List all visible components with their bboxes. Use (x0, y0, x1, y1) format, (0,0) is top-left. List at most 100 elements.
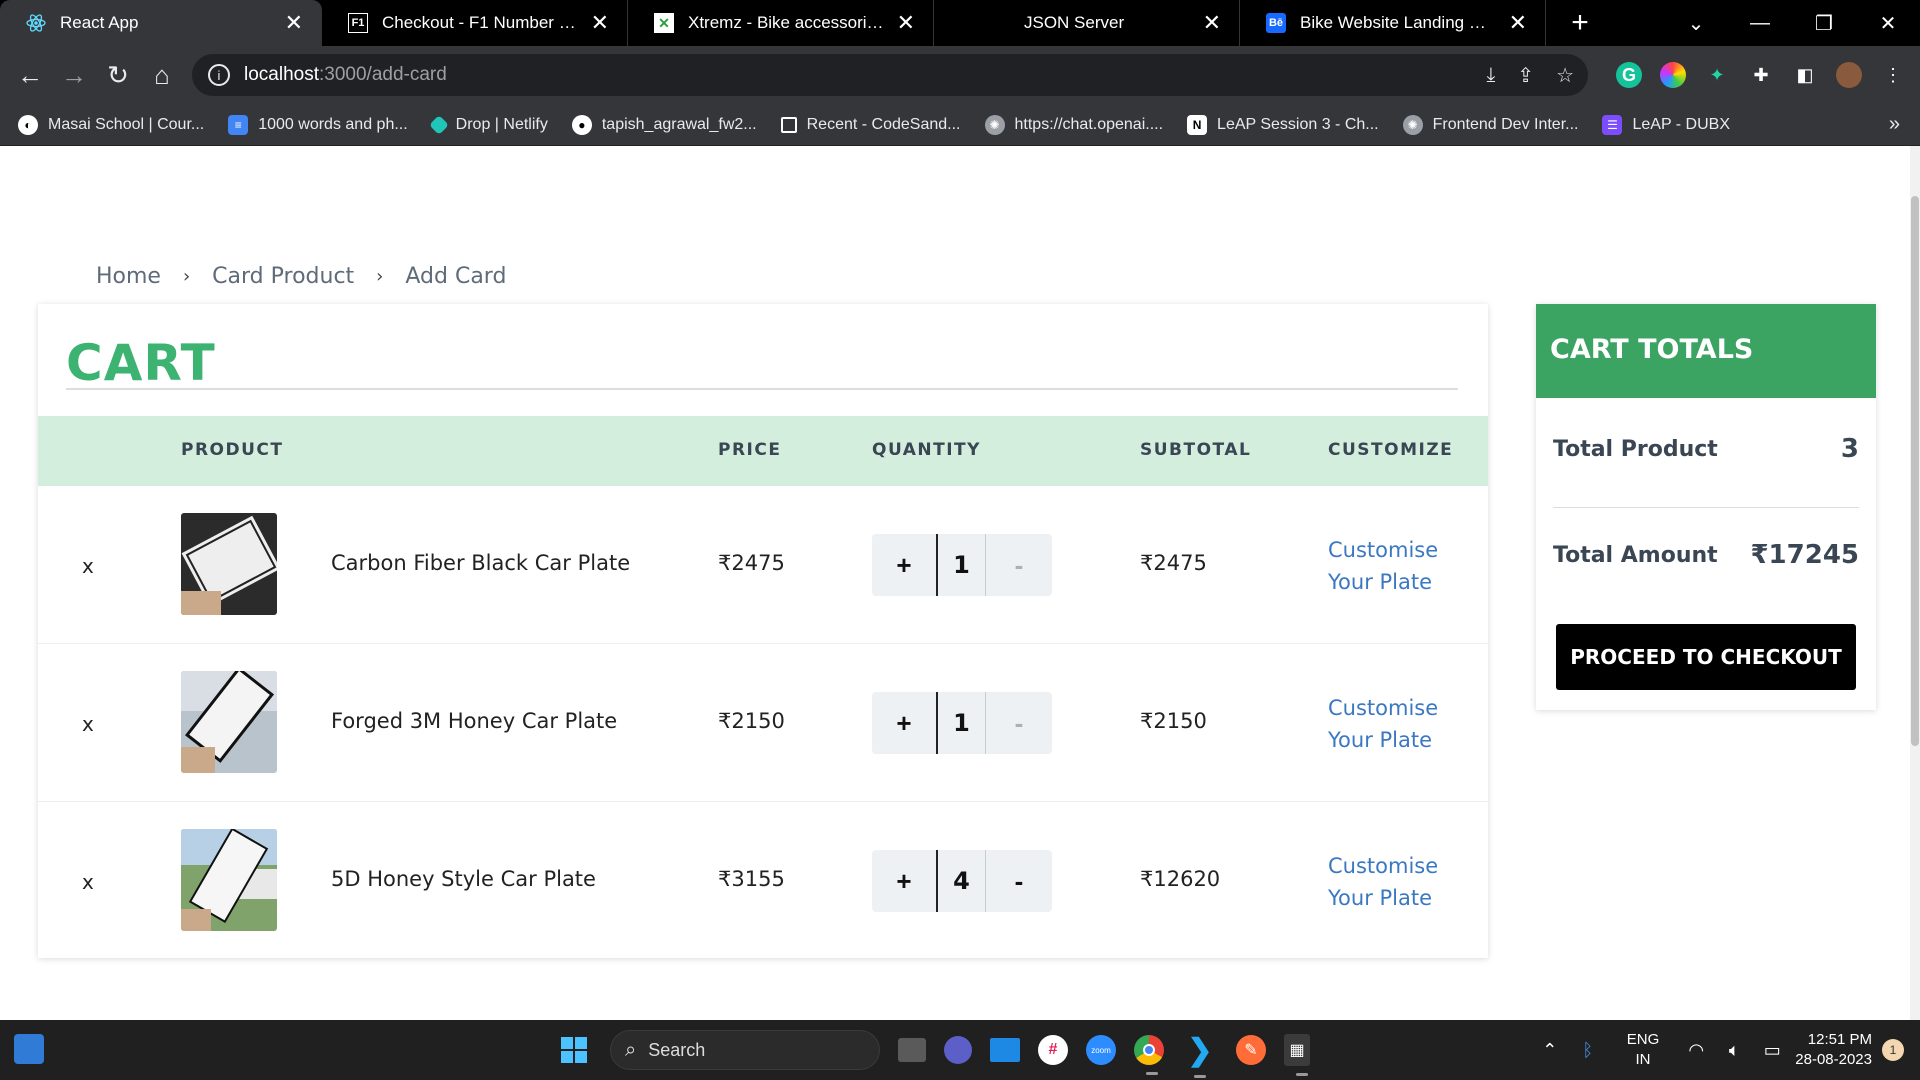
bookmark-item[interactable]: ≡ 1000 words and ph... (228, 114, 408, 135)
bookmark-item[interactable]: ☰ LeAP - DUBX (1602, 114, 1731, 135)
decrement-button[interactable]: - (986, 866, 1052, 897)
minimize-icon[interactable]: — (1728, 12, 1792, 35)
bookmark-label: 1000 words and ph... (258, 115, 408, 133)
increment-button[interactable]: + (872, 866, 936, 897)
windows-start-icon[interactable] (556, 1032, 592, 1068)
new-tab-button[interactable]: + (1562, 6, 1598, 40)
scrollbar[interactable] (1910, 146, 1920, 1020)
total-product-label: Total Product (1553, 436, 1718, 462)
product-image[interactable] (181, 829, 277, 931)
chevron-up-icon[interactable]: ⌃ (1535, 1040, 1565, 1061)
site-info-icon[interactable]: i (208, 64, 230, 86)
wifi-icon[interactable]: ◠ (1681, 1040, 1711, 1061)
breadcrumb-card-product[interactable]: Card Product (212, 264, 354, 289)
customise-link-line2: Your Plate (1328, 886, 1433, 910)
pin-extension-icon[interactable]: ✦ (1704, 62, 1730, 88)
product-name[interactable]: Carbon Fiber Black Car Plate (331, 551, 630, 575)
reload-icon[interactable]: ↻ (96, 60, 140, 91)
close-icon[interactable]: ✕ (285, 10, 303, 36)
clock[interactable]: 12:51 PM 28-08-2023 (1795, 1030, 1872, 1070)
bookmark-item[interactable]: N LeAP Session 3 - Ch... (1187, 114, 1379, 135)
product-name[interactable]: 5D Honey Style Car Plate (331, 867, 596, 891)
remove-item-button[interactable]: x (82, 712, 94, 736)
close-window-icon[interactable]: ✕ (1856, 11, 1920, 36)
tab-bike-website[interactable]: Bē Bike Website Landing Page UI ✕ (1240, 0, 1546, 46)
home-icon[interactable]: ⌂ (140, 60, 184, 91)
forward-arrow-icon[interactable]: → (52, 60, 96, 91)
grammarly-icon[interactable]: G (1616, 62, 1642, 88)
color-picker-icon[interactable] (1660, 62, 1686, 88)
product-name[interactable]: Forged 3M Honey Car Plate (331, 709, 617, 733)
extensions-area: G ✦ ✚ ◧ ⋮ (1616, 46, 1906, 104)
bookmark-item[interactable]: Recent - CodeSand... (780, 115, 961, 134)
back-arrow-icon[interactable]: ← (8, 60, 52, 91)
language-indicator[interactable]: ENG IN (1627, 1030, 1660, 1070)
breadcrumb-home[interactable]: Home (96, 264, 161, 289)
bookmark-star-icon[interactable]: ☆ (1556, 63, 1574, 88)
address-bar[interactable]: i localhost:3000/add-card ⤓ ⇪ ☆ (192, 54, 1588, 96)
postman-icon[interactable]: ✎ (1236, 1035, 1266, 1065)
chevron-double-right-icon[interactable]: » (1889, 113, 1900, 136)
share-icon[interactable]: ⇪ (1517, 63, 1534, 88)
bookmark-item[interactable]: ◐ Masai School | Cour... (18, 114, 204, 135)
zoom-icon[interactable]: zoom (1086, 1035, 1116, 1065)
chevron-right-icon: › (182, 266, 191, 287)
bookmark-item[interactable]: ✺ Frontend Dev Inter... (1402, 114, 1579, 135)
bookmark-label: Frontend Dev Inter... (1432, 115, 1579, 133)
customise-plate-link[interactable]: Customise Your Plate (1328, 850, 1458, 914)
tab-search-icon[interactable]: ⌄ (1664, 11, 1728, 36)
browser-tab-bar: React App ✕ F1 Checkout - F1 Number Plat… (0, 0, 1920, 46)
bookmark-item[interactable]: Drop | Netlify (428, 114, 548, 135)
remove-item-button[interactable]: x (82, 554, 94, 578)
menu-kebab-icon[interactable]: ⋮ (1880, 62, 1906, 88)
search-icon: ⌕ (625, 1038, 637, 1061)
bookmark-label: LeAP - DUBX (1632, 115, 1731, 133)
battery-icon[interactable]: ▭ (1757, 1040, 1787, 1061)
tab-react-app[interactable]: React App ✕ (0, 0, 322, 46)
notification-badge[interactable]: 1 (1882, 1039, 1904, 1061)
tab-title: JSON Server (1024, 13, 1125, 32)
desktop-app-icon[interactable] (990, 1038, 1020, 1062)
remove-item-button[interactable]: x (82, 870, 94, 894)
calculator-icon[interactable]: ▦ (1284, 1034, 1310, 1076)
total-amount-label: Total Amount (1553, 542, 1718, 568)
chrome-icon[interactable] (1134, 1035, 1164, 1075)
side-panel-icon[interactable]: ◧ (1792, 62, 1818, 88)
customise-plate-link[interactable]: Customise Your Plate (1328, 534, 1458, 598)
decrement-button[interactable]: - (986, 708, 1052, 739)
close-icon[interactable]: ✕ (1203, 10, 1221, 36)
tab-xtremz[interactable]: ✕ Xtremz - Bike accessories, Car a ✕ (628, 0, 934, 46)
product-image[interactable] (181, 671, 277, 773)
tab-json-server[interactable]: JSON Server ✕ (934, 0, 1240, 46)
teams-chat-icon[interactable] (944, 1036, 972, 1064)
decrement-button[interactable]: - (986, 550, 1052, 581)
close-icon[interactable]: ✕ (897, 10, 915, 36)
proceed-to-checkout-button[interactable]: PROCEED TO CHECKOUT (1556, 624, 1856, 690)
avatar[interactable] (1836, 62, 1862, 88)
close-icon[interactable]: ✕ (591, 10, 609, 36)
install-icon[interactable]: ⤓ (1486, 64, 1495, 87)
vscode-icon[interactable]: ❯ (1182, 1032, 1218, 1078)
tab-checkout[interactable]: F1 Checkout - F1 Number Plates ✕ (322, 0, 628, 46)
task-view-icon[interactable] (898, 1038, 926, 1062)
volume-icon[interactable]: 🔈︎ (1719, 1040, 1749, 1061)
bookmark-label: Recent - CodeSand... (806, 115, 961, 133)
bookmark-item[interactable]: ✺ https://chat.openai.... (984, 114, 1163, 135)
customise-link-line1: Customise (1328, 854, 1439, 878)
product-image[interactable] (181, 513, 277, 615)
total-product-value: 3 (1840, 434, 1859, 464)
scrollbar-thumb[interactable] (1911, 196, 1919, 746)
puzzle-icon[interactable]: ✚ (1748, 62, 1774, 88)
bookmark-item[interactable]: ● tapish_agrawal_fw2... (571, 114, 757, 135)
close-icon[interactable]: ✕ (1509, 10, 1527, 36)
bluetooth-icon[interactable]: ᛒ (1573, 1040, 1603, 1061)
increment-button[interactable]: + (872, 708, 936, 739)
slack-icon[interactable]: # (1038, 1035, 1068, 1065)
taskbar-search[interactable]: ⌕ Search (610, 1030, 880, 1070)
widgets-icon[interactable] (14, 1034, 44, 1064)
increment-button[interactable]: + (872, 550, 936, 581)
taskbar-apps: ⌕ Search # zoom ❯ ✎ ▦ (556, 1020, 1310, 1080)
customise-plate-link[interactable]: Customise Your Plate (1328, 692, 1458, 756)
page-content: Home › Card Product › Add Card CART PROD… (0, 146, 1920, 1020)
restore-icon[interactable]: ❐ (1792, 11, 1856, 36)
